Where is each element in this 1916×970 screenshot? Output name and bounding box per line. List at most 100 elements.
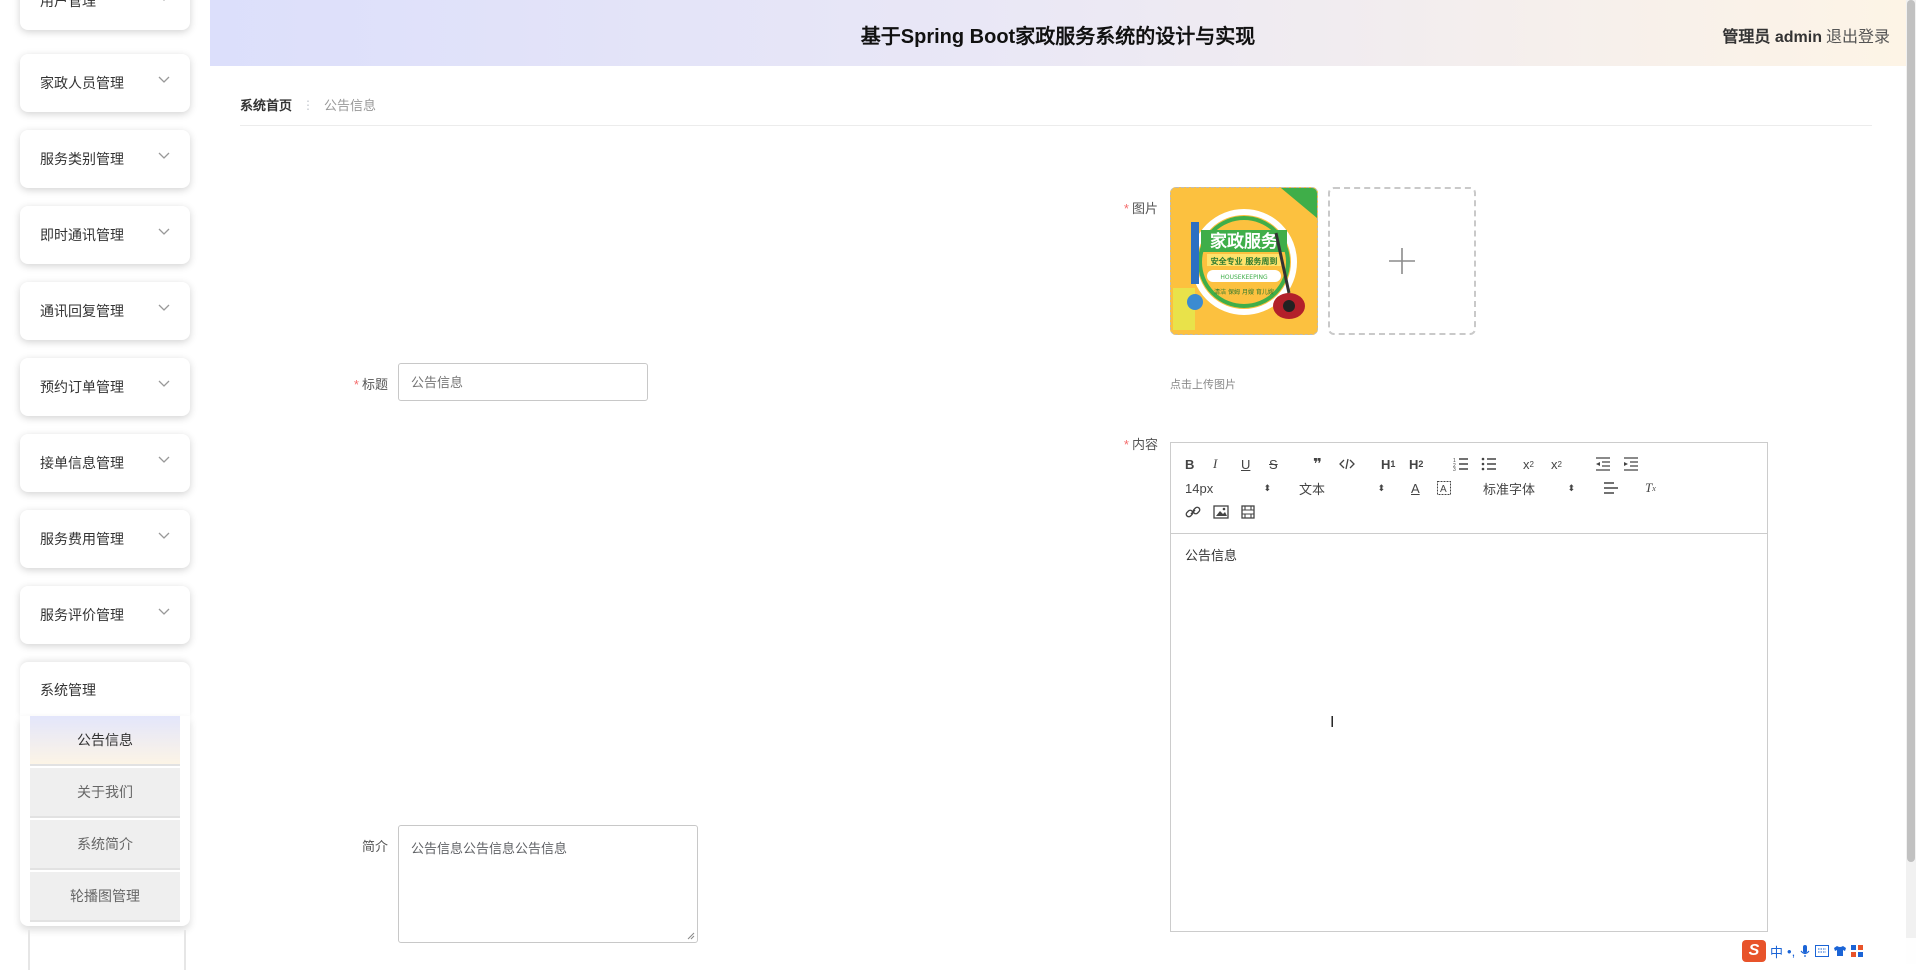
- page-scrollbar[interactable]: [1906, 0, 1916, 964]
- strikethrough-icon[interactable]: S: [1269, 455, 1278, 473]
- underline-icon[interactable]: U: [1241, 455, 1250, 473]
- chevron-down-icon: [158, 76, 170, 84]
- summary-textarea[interactable]: 公告信息公告信息公告信息: [398, 825, 698, 943]
- sidebar: 用户管理 家政人员管理 服务类别管理 即时通讯管理 通讯回复管理 预约订单管理 …: [0, 0, 210, 970]
- sidebar-item-im-management[interactable]: 即时通讯管理: [20, 206, 190, 264]
- microphone-icon[interactable]: [1799, 944, 1811, 958]
- breadcrumb: 系统首页 ⋮ 公告信息: [240, 95, 376, 114]
- sidebar-item-label: 服务类别管理: [40, 151, 124, 167]
- subscript-icon[interactable]: x2: [1523, 455, 1534, 473]
- summary-label: 简介: [340, 836, 388, 855]
- sidebar-item-accept-management[interactable]: 接单信息管理: [20, 434, 190, 492]
- chevron-down-icon: [158, 456, 170, 464]
- heading-value: 文本: [1299, 481, 1326, 497]
- chevron-down-icon: [158, 532, 170, 540]
- svg-text:A: A: [1440, 484, 1447, 495]
- heading-select[interactable]: 文本 ⬍: [1299, 479, 1385, 497]
- logout-link[interactable]: 退出登录: [1826, 23, 1890, 47]
- indent-icon[interactable]: [1623, 455, 1639, 473]
- sidebar-item-label: 服务评价管理: [40, 607, 124, 623]
- code-block-icon[interactable]: [1339, 455, 1355, 473]
- skin-shirt-icon[interactable]: [1833, 945, 1847, 957]
- select-arrows-icon: ⬍: [1377, 482, 1385, 493]
- submenu-item-announcement[interactable]: 公告信息: [30, 716, 180, 766]
- sidebar-item-order-management[interactable]: 预约订单管理: [20, 358, 190, 416]
- submenu-item-system-intro[interactable]: 系统简介: [30, 820, 180, 870]
- select-arrows-icon: ⬍: [1567, 482, 1575, 493]
- sidebar-item-review-management[interactable]: 服务评价管理: [20, 586, 190, 644]
- breadcrumb-home[interactable]: 系统首页: [240, 95, 292, 114]
- image-label: * 图片: [1104, 198, 1158, 217]
- sidebar-item-housekeeper-management[interactable]: 家政人员管理: [20, 54, 190, 112]
- outdent-icon[interactable]: [1595, 455, 1611, 473]
- image-icon[interactable]: [1213, 503, 1229, 521]
- sidebar-item-label: 家政人员管理: [40, 75, 124, 91]
- link-icon[interactable]: [1185, 503, 1201, 521]
- upload-tip: 点击上传图片: [1170, 379, 1236, 391]
- heading2-icon[interactable]: H2: [1409, 455, 1423, 473]
- sidebar-item-system-management[interactable]: 系统管理: [20, 662, 190, 718]
- upload-add-button[interactable]: [1328, 187, 1476, 335]
- bold-icon[interactable]: B: [1185, 455, 1194, 473]
- ime-toolbar: S 中 •,: [1742, 938, 1916, 964]
- background-color-icon[interactable]: A: [1437, 479, 1451, 497]
- sidebar-rail: [28, 930, 186, 970]
- poster-sub-text: 安全专业 服务周到: [1211, 256, 1278, 266]
- blockquote-icon[interactable]: ❞: [1313, 455, 1322, 473]
- uploaded-image-thumbnail[interactable]: 家政服务 安全专业 服务周到 HOUSEKEEPING 清洁 保姆 月嫂 育儿嫂: [1170, 187, 1318, 335]
- sidebar-item-service-category[interactable]: 服务类别管理: [20, 130, 190, 188]
- toolbox-grid-icon[interactable]: [1851, 945, 1864, 957]
- clear-format-icon[interactable]: Tx: [1645, 479, 1656, 497]
- chevron-down-icon: [158, 380, 170, 388]
- scrollbar-thumb[interactable]: [1907, 0, 1915, 862]
- heading1-icon[interactable]: H1: [1381, 455, 1395, 473]
- sidebar-item-label: 通讯回复管理: [40, 303, 124, 319]
- font-color-icon[interactable]: A: [1411, 479, 1420, 497]
- video-icon[interactable]: [1241, 503, 1255, 521]
- text-cursor-icon: I: [1330, 714, 1335, 731]
- sidebar-item-fee-management[interactable]: 服务费用管理: [20, 510, 190, 568]
- editor-content[interactable]: 公告信息: [1185, 545, 1237, 564]
- editor-toolbar: B I U S ❞ H1 H2 123 x2 x2 14px ⬍ 文本 ⬍ A …: [1171, 443, 1767, 534]
- sidebar-item-label: 即时通讯管理: [40, 227, 124, 243]
- font-family-select[interactable]: 标准字体 ⬍: [1483, 479, 1575, 497]
- sidebar-item-label: 系统管理: [40, 682, 96, 698]
- submenu-item-carousel[interactable]: 轮播图管理: [30, 872, 180, 922]
- sogou-logo-icon[interactable]: S: [1742, 940, 1766, 962]
- ordered-list-icon[interactable]: 123: [1453, 455, 1469, 473]
- punctuation-icon[interactable]: •,: [1787, 944, 1795, 959]
- required-mark: *: [353, 377, 359, 392]
- superscript-icon[interactable]: x2: [1551, 455, 1562, 473]
- sidebar-item-label: 用户管理: [40, 0, 96, 9]
- svg-text:3: 3: [1453, 467, 1456, 471]
- sidebar-item-user-management[interactable]: 用户管理: [20, 0, 190, 30]
- rich-text-editor: B I U S ❞ H1 H2 123 x2 x2 14px ⬍ 文本 ⬍ A …: [1170, 442, 1768, 932]
- required-mark: *: [1123, 437, 1129, 452]
- submenu-item-about-us[interactable]: 关于我们: [30, 768, 180, 818]
- chevron-down-icon: [158, 608, 170, 616]
- bullet-list-icon[interactable]: [1481, 455, 1497, 473]
- chevron-down-icon: [158, 304, 170, 312]
- title-label: * 标题: [340, 374, 388, 393]
- page-title: 基于Spring Boot家政服务系统的设计与实现: [860, 26, 1256, 48]
- poster-en-text: HOUSEKEEPING: [1220, 274, 1268, 281]
- align-left-icon[interactable]: [1603, 479, 1619, 497]
- font-family-value: 标准字体: [1483, 481, 1536, 497]
- resize-grip-icon[interactable]: [687, 932, 695, 940]
- breadcrumb-separator: ⋮: [302, 97, 315, 112]
- title-input[interactable]: [398, 363, 648, 401]
- submenu-item-label: 关于我们: [77, 784, 133, 800]
- content-label: * 内容: [1104, 434, 1158, 453]
- system-submenu: 公告信息 关于我们 系统简介 轮播图管理: [20, 716, 190, 926]
- font-size-select[interactable]: 14px ⬍: [1185, 479, 1271, 497]
- chevron-down-icon: [158, 152, 170, 160]
- italic-icon[interactable]: I: [1213, 455, 1217, 473]
- ime-lang-indicator[interactable]: 中: [1770, 942, 1783, 961]
- select-arrows-icon: ⬍: [1263, 482, 1271, 493]
- poster-tags-text: 清洁 保姆 月嫂 育儿嫂: [1214, 288, 1274, 296]
- chevron-down-icon: [158, 0, 170, 2]
- sidebar-item-label: 预约订单管理: [40, 379, 124, 395]
- keyboard-icon[interactable]: [1815, 945, 1830, 957]
- housekeeping-poster-image: 家政服务 安全专业 服务周到 HOUSEKEEPING 清洁 保姆 月嫂 育儿嫂: [1171, 188, 1317, 334]
- sidebar-item-reply-management[interactable]: 通讯回复管理: [20, 282, 190, 340]
